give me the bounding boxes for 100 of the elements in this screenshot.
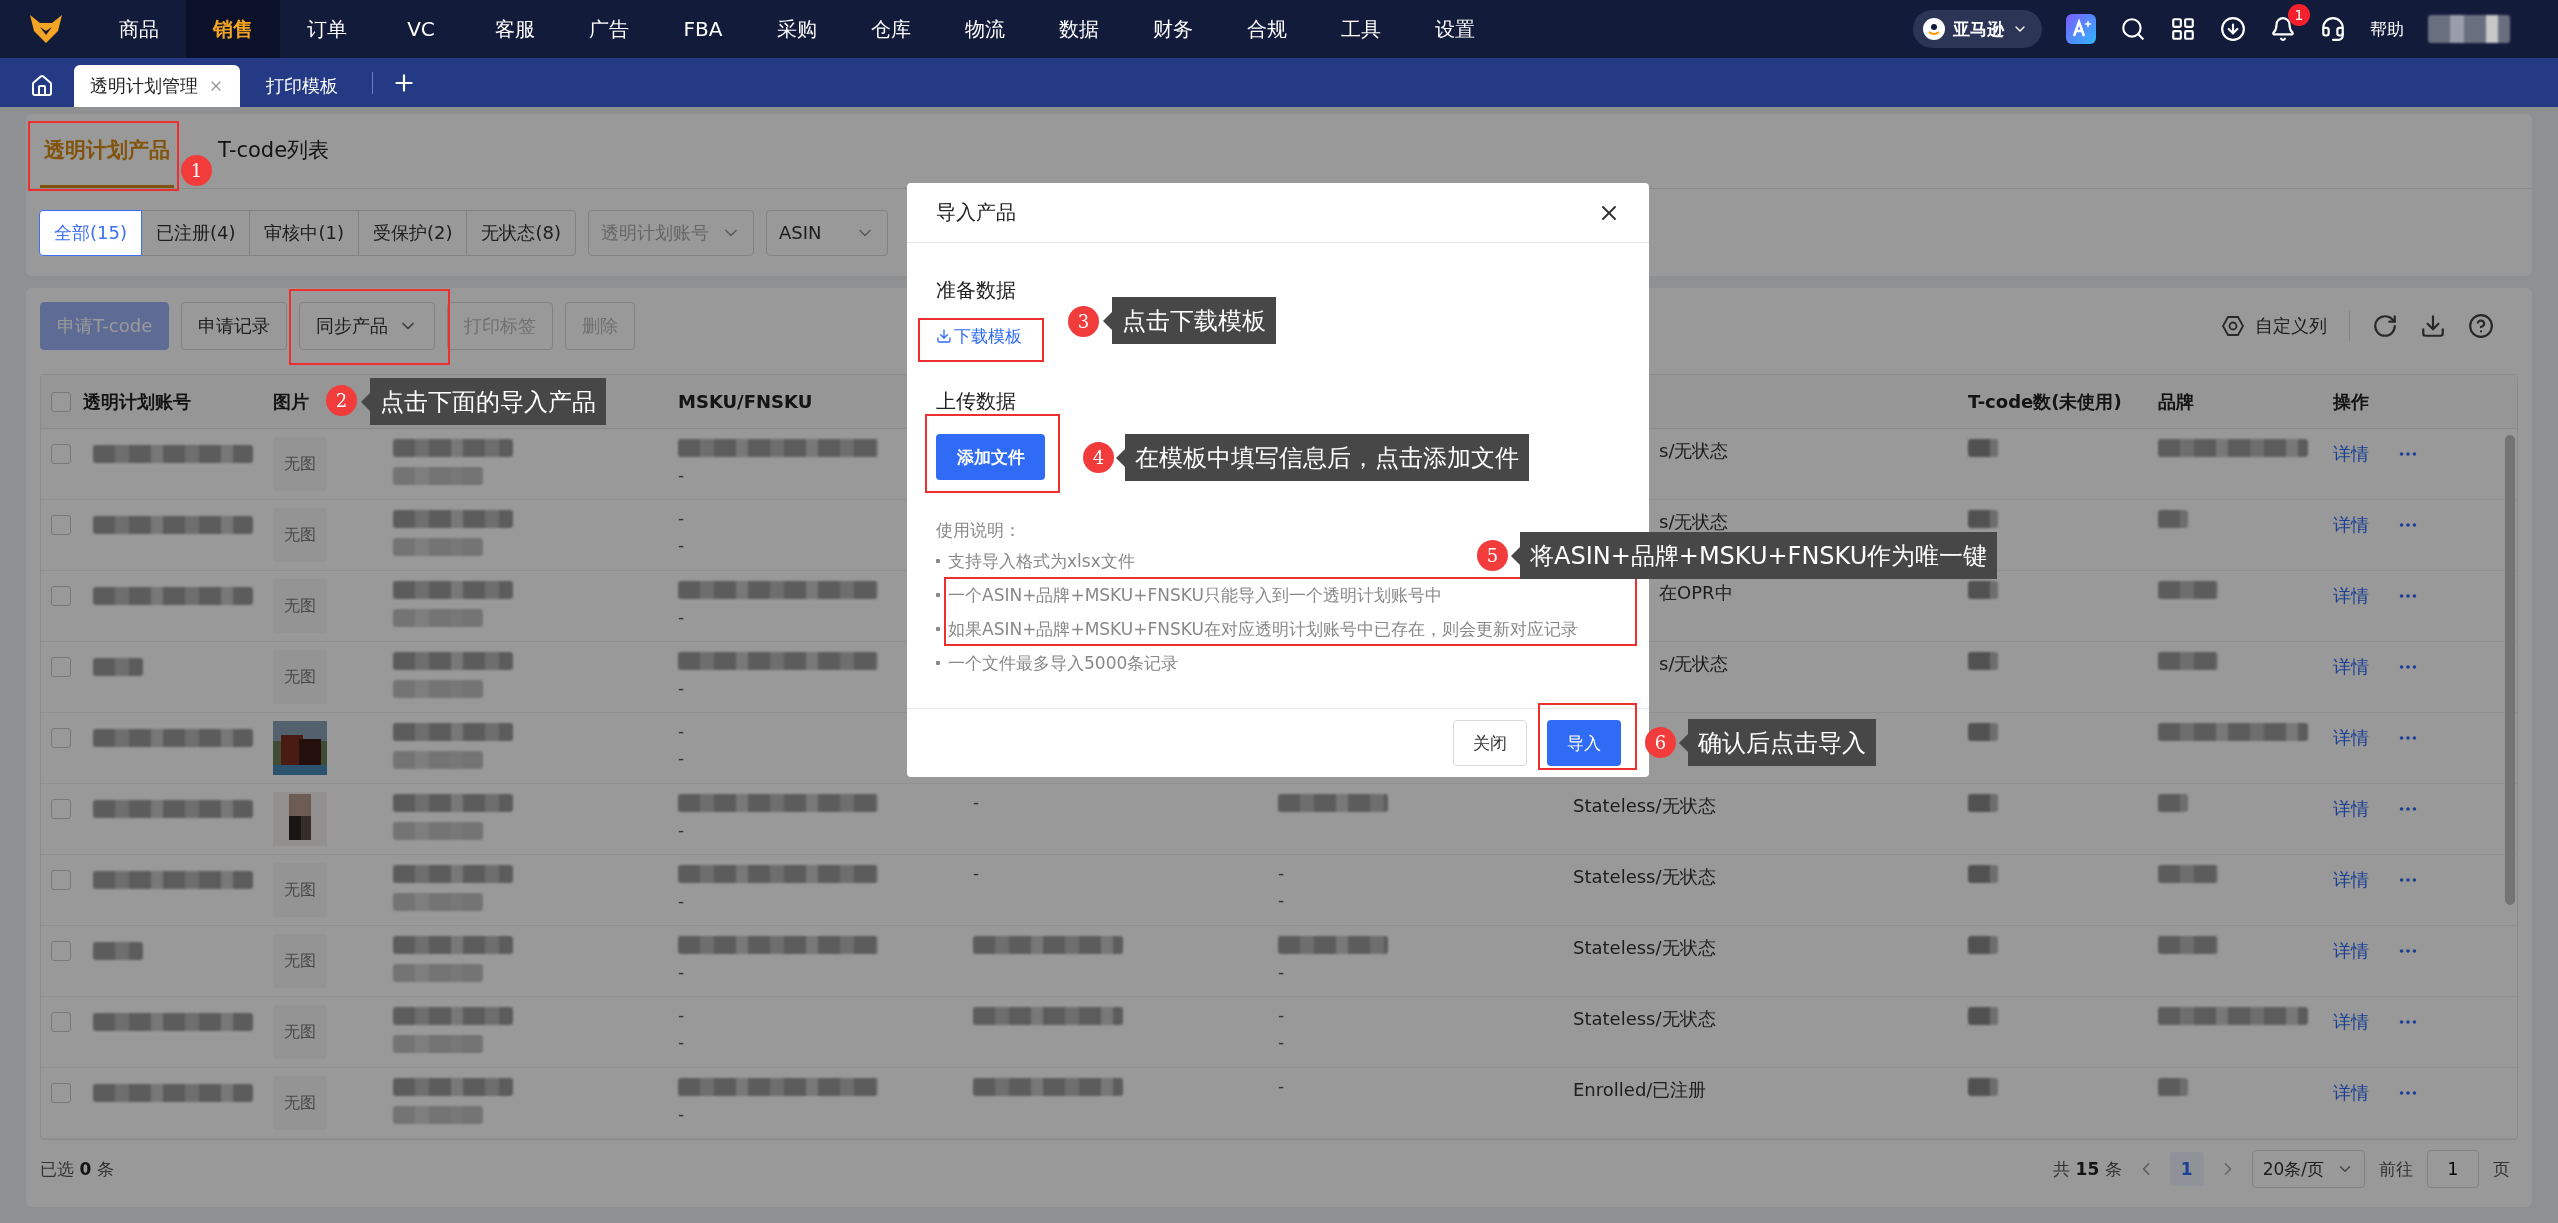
headset-icon[interactable] bbox=[2320, 16, 2346, 42]
custom-columns-button[interactable]: 自定义列 bbox=[2221, 314, 2327, 338]
placeholder-text: 无图 bbox=[284, 453, 316, 475]
table-cell: - bbox=[678, 467, 685, 484]
nav-menu-item[interactable]: 数据 bbox=[1032, 0, 1126, 58]
callout-tooltip: 点击下面的导入产品 bbox=[361, 378, 606, 425]
download-icon bbox=[2420, 313, 2446, 339]
checkbox[interactable] bbox=[51, 941, 71, 961]
nav-menu-item[interactable]: 工具 bbox=[1314, 0, 1408, 58]
checkbox[interactable] bbox=[51, 870, 71, 890]
table-cell: - bbox=[1278, 892, 1285, 909]
callout-tooltip: 点击下载模板 bbox=[1103, 297, 1276, 344]
checkbox[interactable] bbox=[51, 444, 71, 464]
status-text: Stateless/无状态 bbox=[1573, 865, 1716, 889]
table-cell: - bbox=[1278, 865, 1285, 882]
status-filter[interactable]: 受保护(2) bbox=[357, 209, 468, 256]
type-select[interactable]: ASIN bbox=[765, 209, 888, 256]
total-count: 共 15 条 bbox=[2053, 1157, 2122, 1181]
add-file-button[interactable]: 添加文件 bbox=[936, 434, 1045, 480]
notification-badge: 1 bbox=[2288, 4, 2310, 26]
download-template-link[interactable]: 下载模板 bbox=[936, 326, 1022, 346]
checkbox[interactable] bbox=[51, 728, 71, 748]
redacted-text bbox=[1968, 439, 1998, 457]
checkbox[interactable] bbox=[51, 1083, 71, 1103]
detail-link[interactable]: 详情 bbox=[2333, 868, 2369, 892]
status-filter[interactable]: 审核中(1) bbox=[249, 209, 359, 256]
checkbox[interactable] bbox=[51, 657, 71, 677]
placeholder-text: 无图 bbox=[284, 1021, 316, 1043]
table-cell: - bbox=[1278, 1007, 1285, 1024]
detail-link[interactable]: 详情 bbox=[2333, 939, 2369, 963]
detail-link[interactable]: 详情 bbox=[2333, 584, 2369, 608]
checkbox[interactable] bbox=[51, 391, 71, 412]
ai-assistant-icon[interactable] bbox=[2066, 14, 2096, 44]
section-heading: 准备数据 bbox=[936, 280, 1016, 300]
page-tab[interactable]: 透明计划管理 bbox=[74, 65, 240, 107]
detail-link[interactable]: 详情 bbox=[2333, 655, 2369, 679]
table-cell: - bbox=[678, 750, 685, 767]
section-heading: 上传数据 bbox=[936, 391, 1016, 411]
nav-menu-item[interactable]: 商品 bbox=[92, 0, 186, 58]
status-text: 在OPR中 bbox=[1658, 581, 1733, 605]
checkbox[interactable] bbox=[51, 515, 71, 535]
download-button[interactable] bbox=[2420, 313, 2446, 339]
detail-link[interactable]: 详情 bbox=[2333, 1010, 2369, 1034]
toolbar-button[interactable]: 同步产品 bbox=[299, 302, 436, 350]
status-text: Stateless/无状态 bbox=[1573, 936, 1716, 960]
download-icon bbox=[936, 328, 952, 344]
nav-menu-item[interactable]: 客服 bbox=[468, 0, 562, 58]
column-header: 操作 bbox=[2333, 389, 2369, 414]
toolbar-button[interactable]: 申请记录 bbox=[181, 302, 288, 350]
selected-count: 已选 0 条 bbox=[40, 1157, 114, 1181]
page-tab[interactable]: 打印模板 bbox=[250, 65, 354, 107]
page-input[interactable]: 1 bbox=[2427, 1150, 2479, 1188]
nav-menu-item[interactable]: 仓库 bbox=[844, 0, 938, 58]
status-filter[interactable]: 已注册(4) bbox=[140, 209, 251, 256]
status-filter[interactable]: 无状态(8) bbox=[466, 209, 576, 256]
dialog-button[interactable]: 导入 bbox=[1547, 720, 1621, 766]
table-cell: - bbox=[678, 510, 685, 527]
page-number[interactable]: 1 bbox=[2169, 1152, 2204, 1186]
detail-link[interactable]: 详情 bbox=[2333, 442, 2369, 466]
nav-menu-item[interactable]: VC bbox=[374, 0, 468, 58]
nav-menu-item[interactable]: 订单 bbox=[280, 0, 374, 58]
nav-menu-item[interactable]: 合规 bbox=[1220, 0, 1314, 58]
refresh-button[interactable] bbox=[2372, 313, 2398, 339]
detail-link[interactable]: 详情 bbox=[2333, 1081, 2369, 1105]
detail-link[interactable]: 详情 bbox=[2333, 513, 2369, 537]
nav-menu-item[interactable]: 广告 bbox=[562, 0, 656, 58]
detail-link[interactable]: 详情 bbox=[2333, 726, 2369, 750]
download-icon[interactable] bbox=[2220, 16, 2246, 42]
redacted-text bbox=[2158, 581, 2218, 599]
placeholder-text: 无图 bbox=[284, 595, 316, 617]
nav-menu-item[interactable]: 销售 bbox=[186, 0, 280, 58]
bell-icon[interactable] bbox=[2270, 16, 2296, 42]
section-tab[interactable]: T-code列表 bbox=[214, 114, 334, 188]
help-button[interactable] bbox=[2468, 313, 2494, 339]
nav-menu-item[interactable]: 设置 bbox=[1408, 0, 1502, 58]
grid-icon[interactable] bbox=[2170, 16, 2196, 42]
checkbox[interactable] bbox=[51, 1012, 71, 1032]
table-cell: - bbox=[678, 609, 685, 626]
detail-link[interactable]: 详情 bbox=[2333, 797, 2369, 821]
redacted-text bbox=[2158, 794, 2188, 812]
nav-menu-item[interactable]: 物流 bbox=[938, 0, 1032, 58]
scrollbar[interactable] bbox=[2505, 435, 2515, 905]
fox-logo[interactable] bbox=[28, 13, 64, 45]
help-link[interactable]: 帮助 bbox=[2370, 17, 2404, 41]
nav-menu-item[interactable]: 财务 bbox=[1126, 0, 1220, 58]
redacted-text bbox=[93, 658, 143, 676]
page-size-select[interactable]: 20条/页 bbox=[2251, 1150, 2365, 1188]
store-selector[interactable]: 亚马逊 bbox=[1913, 10, 2042, 48]
checkbox[interactable] bbox=[51, 586, 71, 606]
status-text: s/无状态 bbox=[1658, 439, 1729, 463]
redacted-text bbox=[1968, 581, 1998, 599]
placeholder-text: 无图 bbox=[284, 666, 316, 688]
dialog-button[interactable]: 关闭 bbox=[1453, 720, 1527, 766]
redacted-text bbox=[2158, 865, 2218, 883]
status-text: s/无状态 bbox=[1658, 510, 1729, 534]
status-filter[interactable]: 全部(15) bbox=[39, 209, 142, 256]
nav-menu-item[interactable]: 采购 bbox=[750, 0, 844, 58]
checkbox[interactable] bbox=[51, 799, 71, 819]
search-icon[interactable] bbox=[2120, 16, 2146, 42]
nav-menu-item[interactable]: FBA bbox=[656, 0, 750, 58]
